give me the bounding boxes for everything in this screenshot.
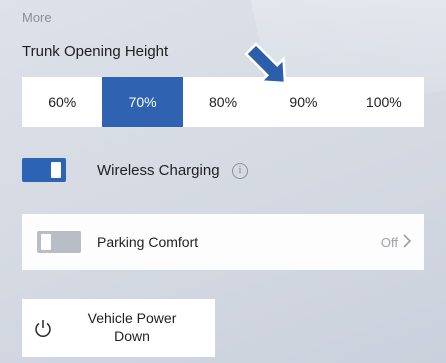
trunk-height-option-60[interactable]: 60% — [22, 77, 102, 127]
wireless-charging-toggle[interactable] — [22, 158, 66, 182]
arrow-pointer-icon — [244, 42, 287, 85]
info-icon[interactable]: i — [232, 163, 248, 179]
vehicle-power-down-button[interactable]: Vehicle Power Down — [22, 299, 215, 357]
parking-comfort-status: Off — [380, 235, 398, 250]
trunk-opening-height-title: Trunk Opening Height — [22, 43, 169, 60]
toggle-knob — [41, 234, 51, 250]
trunk-height-option-100[interactable]: 100% — [344, 77, 424, 127]
power-icon — [35, 320, 51, 337]
trunk-height-option-70[interactable]: 70% — [102, 77, 183, 127]
wireless-charging-label: Wireless Charging — [97, 162, 220, 179]
toggle-knob — [51, 162, 61, 178]
parking-comfort-label: Parking Comfort — [97, 234, 199, 250]
chevron-right-icon — [403, 234, 412, 248]
trunk-height-selector: 60% 70% 80% 90% 100% — [22, 77, 424, 127]
parking-comfort-toggle[interactable] — [37, 231, 81, 253]
parking-comfort-row[interactable]: Parking Comfort Off — [22, 214, 424, 270]
section-label: More — [22, 10, 52, 25]
vehicle-power-down-label: Vehicle Power Down — [87, 310, 177, 344]
